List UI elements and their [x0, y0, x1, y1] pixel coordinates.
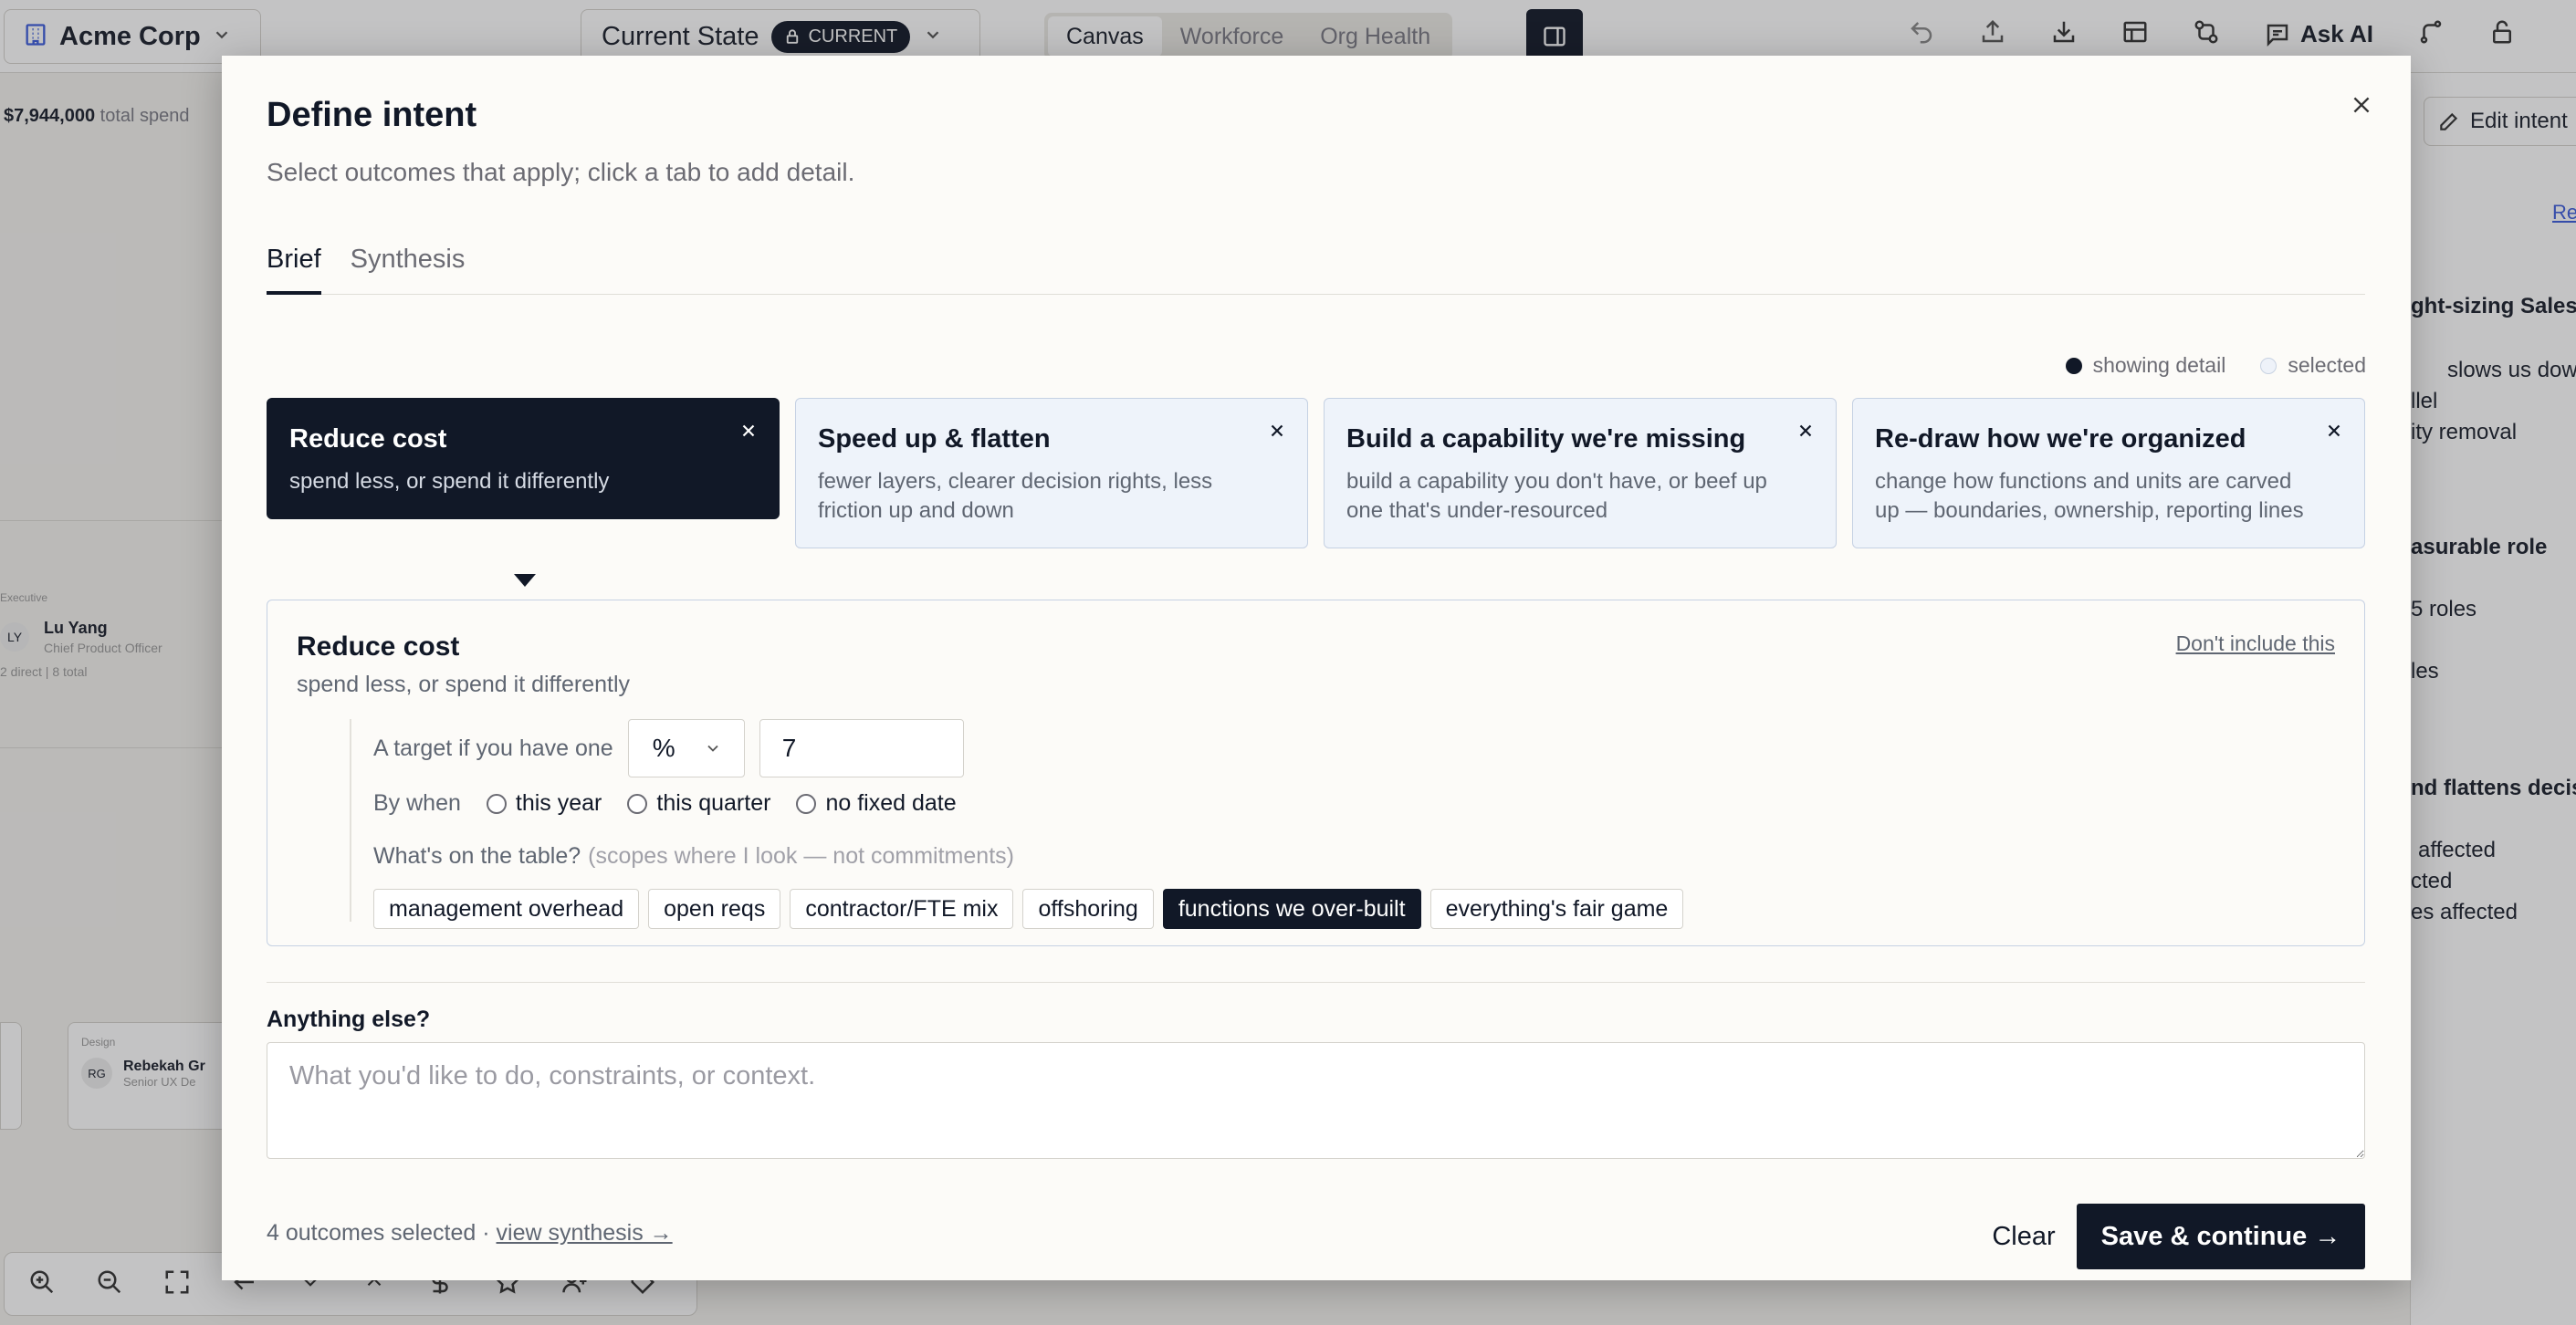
detail-pointer-icon	[514, 574, 536, 587]
radio-label: this quarter	[656, 790, 771, 816]
outcome-title: Re-draw how we're organized	[1875, 424, 2246, 454]
legend-showing-detail: showing detail	[2092, 353, 2226, 377]
close-icon	[2353, 97, 2370, 113]
divider	[267, 982, 2365, 983]
chip-open-reqs[interactable]: open reqs	[648, 889, 781, 929]
radio-no-fixed-date[interactable]: no fixed date	[796, 790, 957, 817]
view-synthesis-link[interactable]: view synthesis →	[497, 1220, 673, 1246]
radio-label: this year	[515, 790, 602, 816]
chip-offshoring[interactable]: offshoring	[1022, 889, 1154, 929]
selection-summary: 4 outcomes selected · view synthesis →	[267, 1220, 673, 1247]
detail-fields: A target if you have one % By when this …	[350, 719, 1810, 929]
detail-description: spend less, or spend it differently	[297, 672, 631, 697]
outcome-detail-panel: Reduce cost spend less, or spend it diff…	[267, 600, 2365, 946]
remove-outcome-icon[interactable]	[2324, 421, 2344, 441]
remove-outcome-icon[interactable]	[1796, 421, 1816, 441]
on-table-hint: (scopes where I look — not commitments)	[588, 843, 1014, 869]
scope-chips: management overhead open reqs contractor…	[373, 889, 1684, 929]
clear-button[interactable]: Clear	[1974, 1204, 2074, 1269]
dialog-tabs: Brief Synthesis	[267, 238, 2365, 295]
legend-selected: selected	[2288, 353, 2366, 377]
chip-management-overhead[interactable]: management overhead	[373, 889, 640, 929]
dialog-title: Define intent	[267, 96, 477, 134]
outcome-description: spend less, or spend it differently	[289, 469, 610, 494]
radio-circle	[796, 793, 817, 814]
dialog-subtitle: Select outcomes that apply; click a tab …	[267, 158, 855, 186]
detail-title: Reduce cost	[297, 631, 460, 662]
radio-this-year[interactable]: this year	[486, 790, 602, 817]
chip-everything-fair-game[interactable]: everything's fair game	[1429, 889, 1684, 929]
outcome-title: Speed up & flatten	[818, 424, 1051, 454]
tab-brief[interactable]: Brief	[267, 238, 321, 295]
radio-circle	[627, 793, 648, 814]
outcome-title: Reduce cost	[289, 424, 447, 454]
legend: showing detail selected	[2065, 353, 2366, 378]
target-unit-select[interactable]: %	[627, 719, 745, 777]
on-table-label: What's on the table?	[373, 843, 581, 869]
chevron-down-icon	[707, 745, 718, 752]
selected-swatch	[2260, 357, 2278, 374]
anything-else-label: Anything else?	[267, 1007, 431, 1032]
outcome-card-reduce-cost[interactable]: Reduce cost spend less, or spend it diff…	[267, 398, 780, 519]
define-intent-dialog: Define intent Select outcomes that apply…	[222, 56, 2411, 1280]
outcome-cards: Reduce cost spend less, or spend it diff…	[267, 398, 2365, 548]
dont-include-link[interactable]: Don't include this	[2176, 631, 2335, 656]
anything-else-input[interactable]	[267, 1042, 2365, 1159]
target-label: A target if you have one	[373, 735, 613, 761]
outcome-description: build a capability you don't have, or be…	[1346, 469, 1767, 523]
tab-synthesis[interactable]: Synthesis	[351, 238, 466, 295]
showing-detail-swatch	[2065, 357, 2082, 374]
by-when-label: By when	[373, 790, 461, 816]
outcome-description: fewer layers, clearer decision rights, l…	[818, 469, 1213, 523]
chip-contractor-fte-mix[interactable]: contractor/FTE mix	[790, 889, 1014, 929]
remove-outcome-icon[interactable]	[738, 421, 759, 441]
radio-label: no fixed date	[825, 790, 957, 816]
outcome-title: Build a capability we're missing	[1346, 424, 1746, 454]
outcomes-count: 4 outcomes selected ·	[267, 1220, 490, 1246]
save-continue-button[interactable]: Save & continue →	[2077, 1204, 2365, 1269]
chip-functions-over-built[interactable]: functions we over-built	[1162, 889, 1421, 929]
target-unit-value: %	[652, 734, 675, 762]
outcome-description: change how functions and units are carve…	[1875, 469, 2304, 523]
outcome-card-build-capability[interactable]: Build a capability we're missing build a…	[1324, 398, 1837, 548]
outcome-card-speed-up[interactable]: Speed up & flatten fewer layers, clearer…	[795, 398, 1308, 548]
radio-this-quarter[interactable]: this quarter	[627, 790, 770, 817]
by-when-row: By when this year this quarter no fixed …	[373, 790, 957, 817]
radio-circle	[486, 793, 507, 814]
close-button[interactable]	[2345, 89, 2378, 121]
on-table-row: What's on the table? (scopes where I loo…	[373, 843, 1014, 870]
outcome-card-redraw-org[interactable]: Re-draw how we're organized change how f…	[1852, 398, 2365, 548]
target-row: A target if you have one %	[373, 719, 964, 777]
target-value-input[interactable]	[759, 719, 964, 777]
remove-outcome-icon[interactable]	[1267, 421, 1287, 441]
